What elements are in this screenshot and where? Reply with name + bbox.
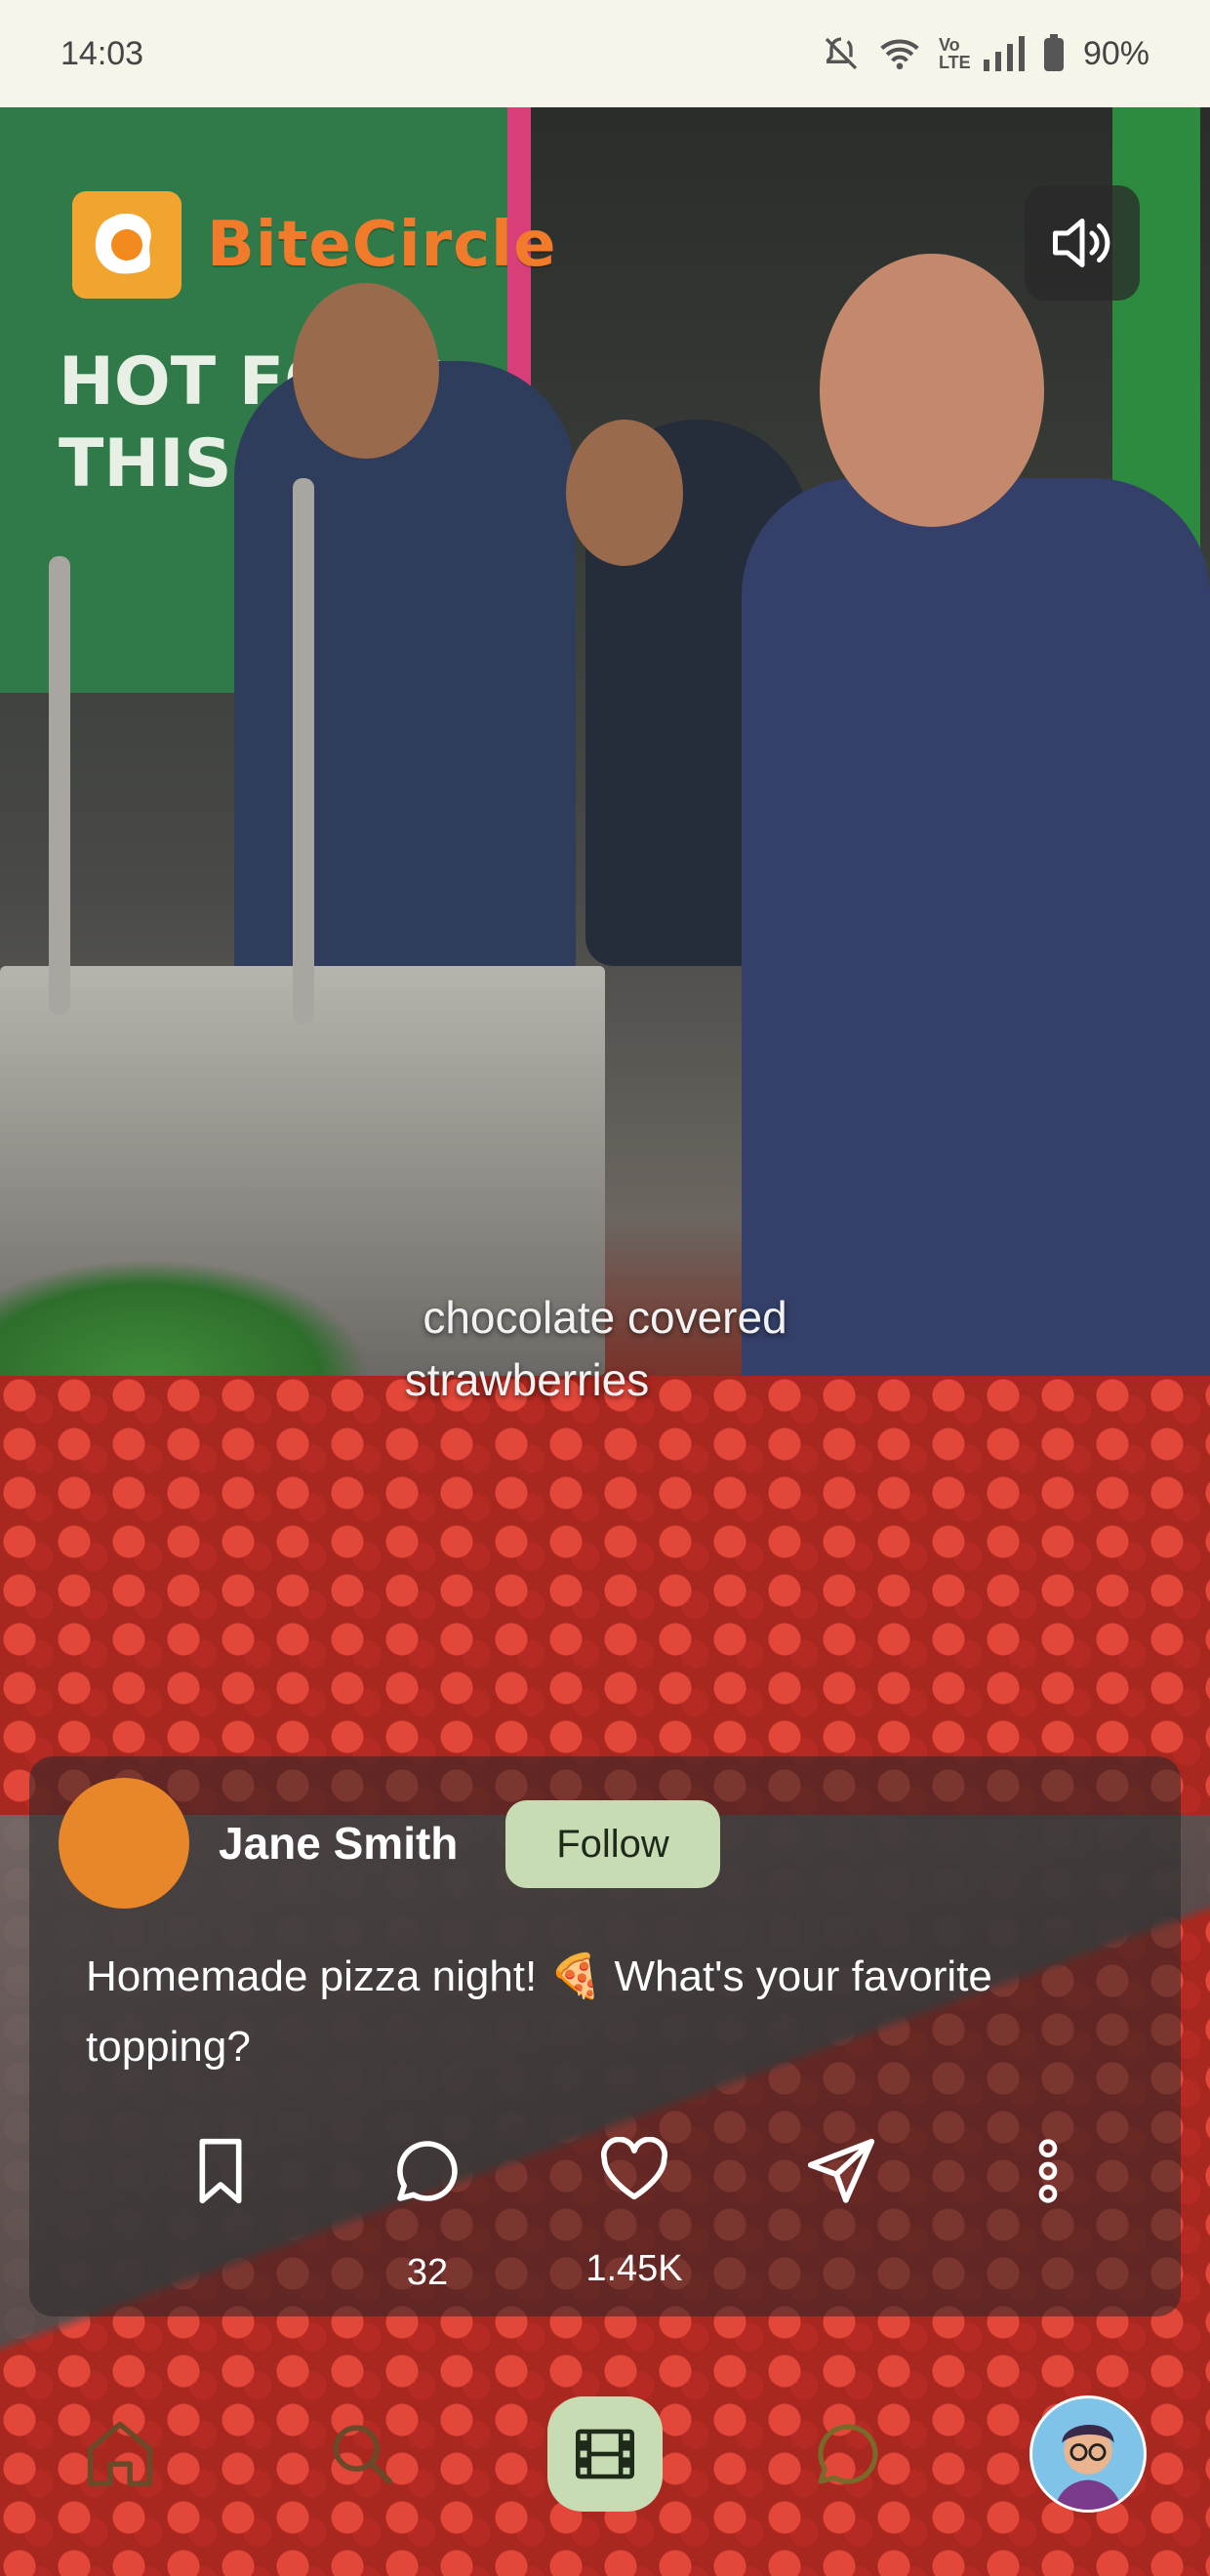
- heart-icon: [601, 2137, 667, 2200]
- brand: BiteCircle: [72, 191, 556, 299]
- nav-home[interactable]: [47, 2381, 193, 2527]
- scene-head: [566, 420, 683, 566]
- author-name[interactable]: Jane Smith: [219, 1817, 458, 1870]
- nav-chat[interactable]: [775, 2381, 921, 2527]
- like-count: 1.45K: [585, 2248, 683, 2289]
- post-text: Homemade pizza night! 🍕 What's your favo…: [86, 1952, 992, 2071]
- post-card: Jane Smith Follow Homemade pizza night! …: [29, 1756, 1181, 2316]
- battery-icon: [1043, 34, 1064, 71]
- like-button[interactable]: 1.45K: [576, 2137, 693, 2293]
- nav-reels-active-indicator: [547, 2396, 663, 2512]
- status-bar: 14:03 Vo LTE 90%: [0, 0, 1210, 107]
- search-icon: [333, 2425, 393, 2485]
- bottom-navigation: [0, 2381, 1210, 2537]
- scene-tap: [49, 556, 70, 1015]
- nav-reels[interactable]: [532, 2381, 678, 2527]
- reels-icon: [576, 2429, 634, 2479]
- author-avatar[interactable]: [59, 1778, 189, 1909]
- status-icons: Vo LTE 90%: [822, 34, 1150, 73]
- speaker-icon: [1053, 219, 1110, 267]
- video-caption: chocolate covered strawberries: [0, 1286, 1210, 1411]
- comment-count: 32: [406, 2252, 449, 2293]
- wifi-icon: [880, 39, 919, 70]
- more-vertical-icon: [1038, 2139, 1058, 2203]
- comment-icon: [397, 2141, 458, 2201]
- share-button[interactable]: [783, 2137, 900, 2299]
- bookmark-button[interactable]: [162, 2137, 279, 2297]
- brand-name: BiteCircle: [207, 209, 557, 281]
- scene-head: [820, 254, 1044, 527]
- caption-line-1: chocolate covered: [423, 1292, 787, 1343]
- mute-icon: [825, 37, 858, 70]
- send-icon: [807, 2138, 875, 2203]
- scene-tap: [293, 478, 314, 1025]
- comment-button[interactable]: 32: [369, 2137, 486, 2297]
- volume-toggle-button[interactable]: [1025, 185, 1140, 301]
- caption-line-2: strawberries: [404, 1354, 650, 1405]
- more-options-button[interactable]: [989, 2137, 1107, 2297]
- nav-search[interactable]: [289, 2381, 435, 2527]
- nav-profile[interactable]: [1015, 2381, 1161, 2527]
- chat-icon: [818, 2424, 878, 2484]
- home-icon: [87, 2421, 153, 2487]
- scene-head: [293, 283, 439, 459]
- bookmark-icon: [199, 2138, 242, 2204]
- volte-icon: Vo LTE: [938, 35, 971, 72]
- fried-egg-icon: [72, 191, 182, 299]
- status-time: 14:03: [60, 34, 144, 72]
- battery-level: 90%: [1082, 34, 1150, 72]
- profile-avatar: [1029, 2395, 1147, 2513]
- follow-button[interactable]: Follow: [505, 1800, 720, 1888]
- signal-icon: [983, 36, 1025, 71]
